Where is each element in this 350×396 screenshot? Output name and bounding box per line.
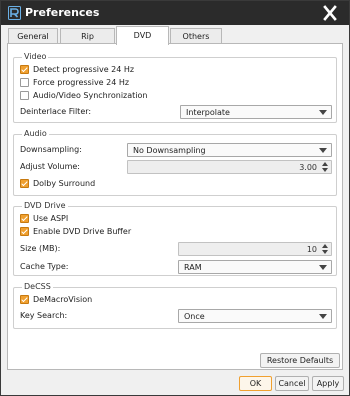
video-group: Video Detect progressive 24 Hz Force pro… (13, 52, 337, 123)
enable-buffer-label: Enable DVD Drive Buffer (33, 227, 132, 236)
checkbox-box[interactable] (20, 227, 29, 236)
adjust-volume-value: 3.00 (299, 163, 317, 172)
buffer-size-spinbox[interactable]: 10 (178, 242, 332, 256)
dolby-surround-label: Dolby Surround (33, 179, 96, 188)
window-title: Preferences (25, 6, 100, 19)
use-aspi-label: Use ASPI (33, 214, 69, 223)
dvd-settings-panel: Video Detect progressive 24 Hz Force pro… (7, 43, 343, 370)
checkbox-box[interactable] (20, 295, 29, 304)
chevron-down-icon (319, 265, 327, 270)
force-progressive-label: Force progressive 24 Hz (33, 78, 130, 87)
checkbox-box[interactable] (20, 65, 29, 74)
tab-others[interactable]: Others (170, 28, 222, 44)
app-logo-icon (8, 6, 21, 20)
detect-progressive-label: Detect progressive 24 Hz (33, 65, 135, 74)
downsampling-value: No Downsampling (133, 146, 206, 155)
adjust-volume-spinbox[interactable]: 3.00 (127, 160, 332, 174)
spin-up-icon[interactable] (322, 244, 328, 248)
av-sync-label: Audio/Video Synchronization (33, 91, 148, 100)
apply-button[interactable]: Apply (312, 376, 344, 391)
spin-down-icon[interactable] (322, 250, 328, 254)
demacrovision-label: DeMacroVision (33, 295, 93, 304)
dvd-drive-group: DVD Drive Use ASPI Enable DVD Drive Buff… (13, 201, 337, 276)
cache-type-label: Cache Type: (20, 262, 69, 271)
checkbox-box[interactable] (20, 78, 29, 87)
spin-up-icon[interactable] (322, 162, 328, 166)
checkbox-box[interactable] (20, 91, 29, 100)
cache-type-value: RAM (184, 263, 202, 272)
chevron-down-icon (319, 110, 327, 115)
cache-type-dropdown[interactable]: RAM (178, 260, 332, 274)
decss-group-title: DeCSS (22, 282, 53, 291)
deinterlace-filter-dropdown[interactable]: Interpolate (180, 105, 332, 119)
audio-group: Audio Downsampling: No Downsampling Adju… (13, 129, 337, 196)
adjust-volume-label: Adjust Volume: (20, 162, 80, 171)
buffer-size-value: 10 (306, 245, 317, 254)
deinterlace-filter-label: Deinterlace Filter: (20, 107, 92, 116)
cancel-button[interactable]: Cancel (275, 376, 309, 391)
tab-dvd[interactable]: DVD (116, 26, 169, 45)
close-button[interactable] (319, 3, 341, 23)
key-search-dropdown[interactable]: Once (178, 309, 332, 323)
tab-general[interactable]: General (8, 28, 58, 44)
ok-button[interactable]: OK (239, 376, 272, 391)
video-group-title: Video (22, 52, 49, 61)
spin-down-icon[interactable] (322, 168, 328, 172)
deinterlace-filter-value: Interpolate (186, 108, 230, 117)
buffer-size-label: Size (MB): (20, 244, 61, 253)
title-bar: Preferences (1, 1, 349, 25)
preferences-window: Preferences General Rip DVD Others Video… (0, 0, 350, 396)
close-icon (323, 5, 337, 21)
downsampling-dropdown[interactable]: No Downsampling (127, 143, 332, 157)
chevron-down-icon (319, 314, 327, 319)
dvd-drive-group-title: DVD Drive (22, 201, 68, 210)
chevron-down-icon (319, 148, 327, 153)
checkbox-box[interactable] (20, 179, 29, 188)
downsampling-label: Downsampling: (20, 145, 82, 154)
audio-group-title: Audio (22, 129, 49, 138)
key-search-value: Once (184, 312, 205, 321)
restore-defaults-button[interactable]: Restore Defaults (260, 353, 340, 368)
decss-group: DeCSS DeMacroVision Key Search: Once (13, 282, 337, 329)
key-search-label: Key Search: (20, 311, 68, 320)
checkbox-box[interactable] (20, 214, 29, 223)
tab-rip[interactable]: Rip (60, 28, 115, 44)
